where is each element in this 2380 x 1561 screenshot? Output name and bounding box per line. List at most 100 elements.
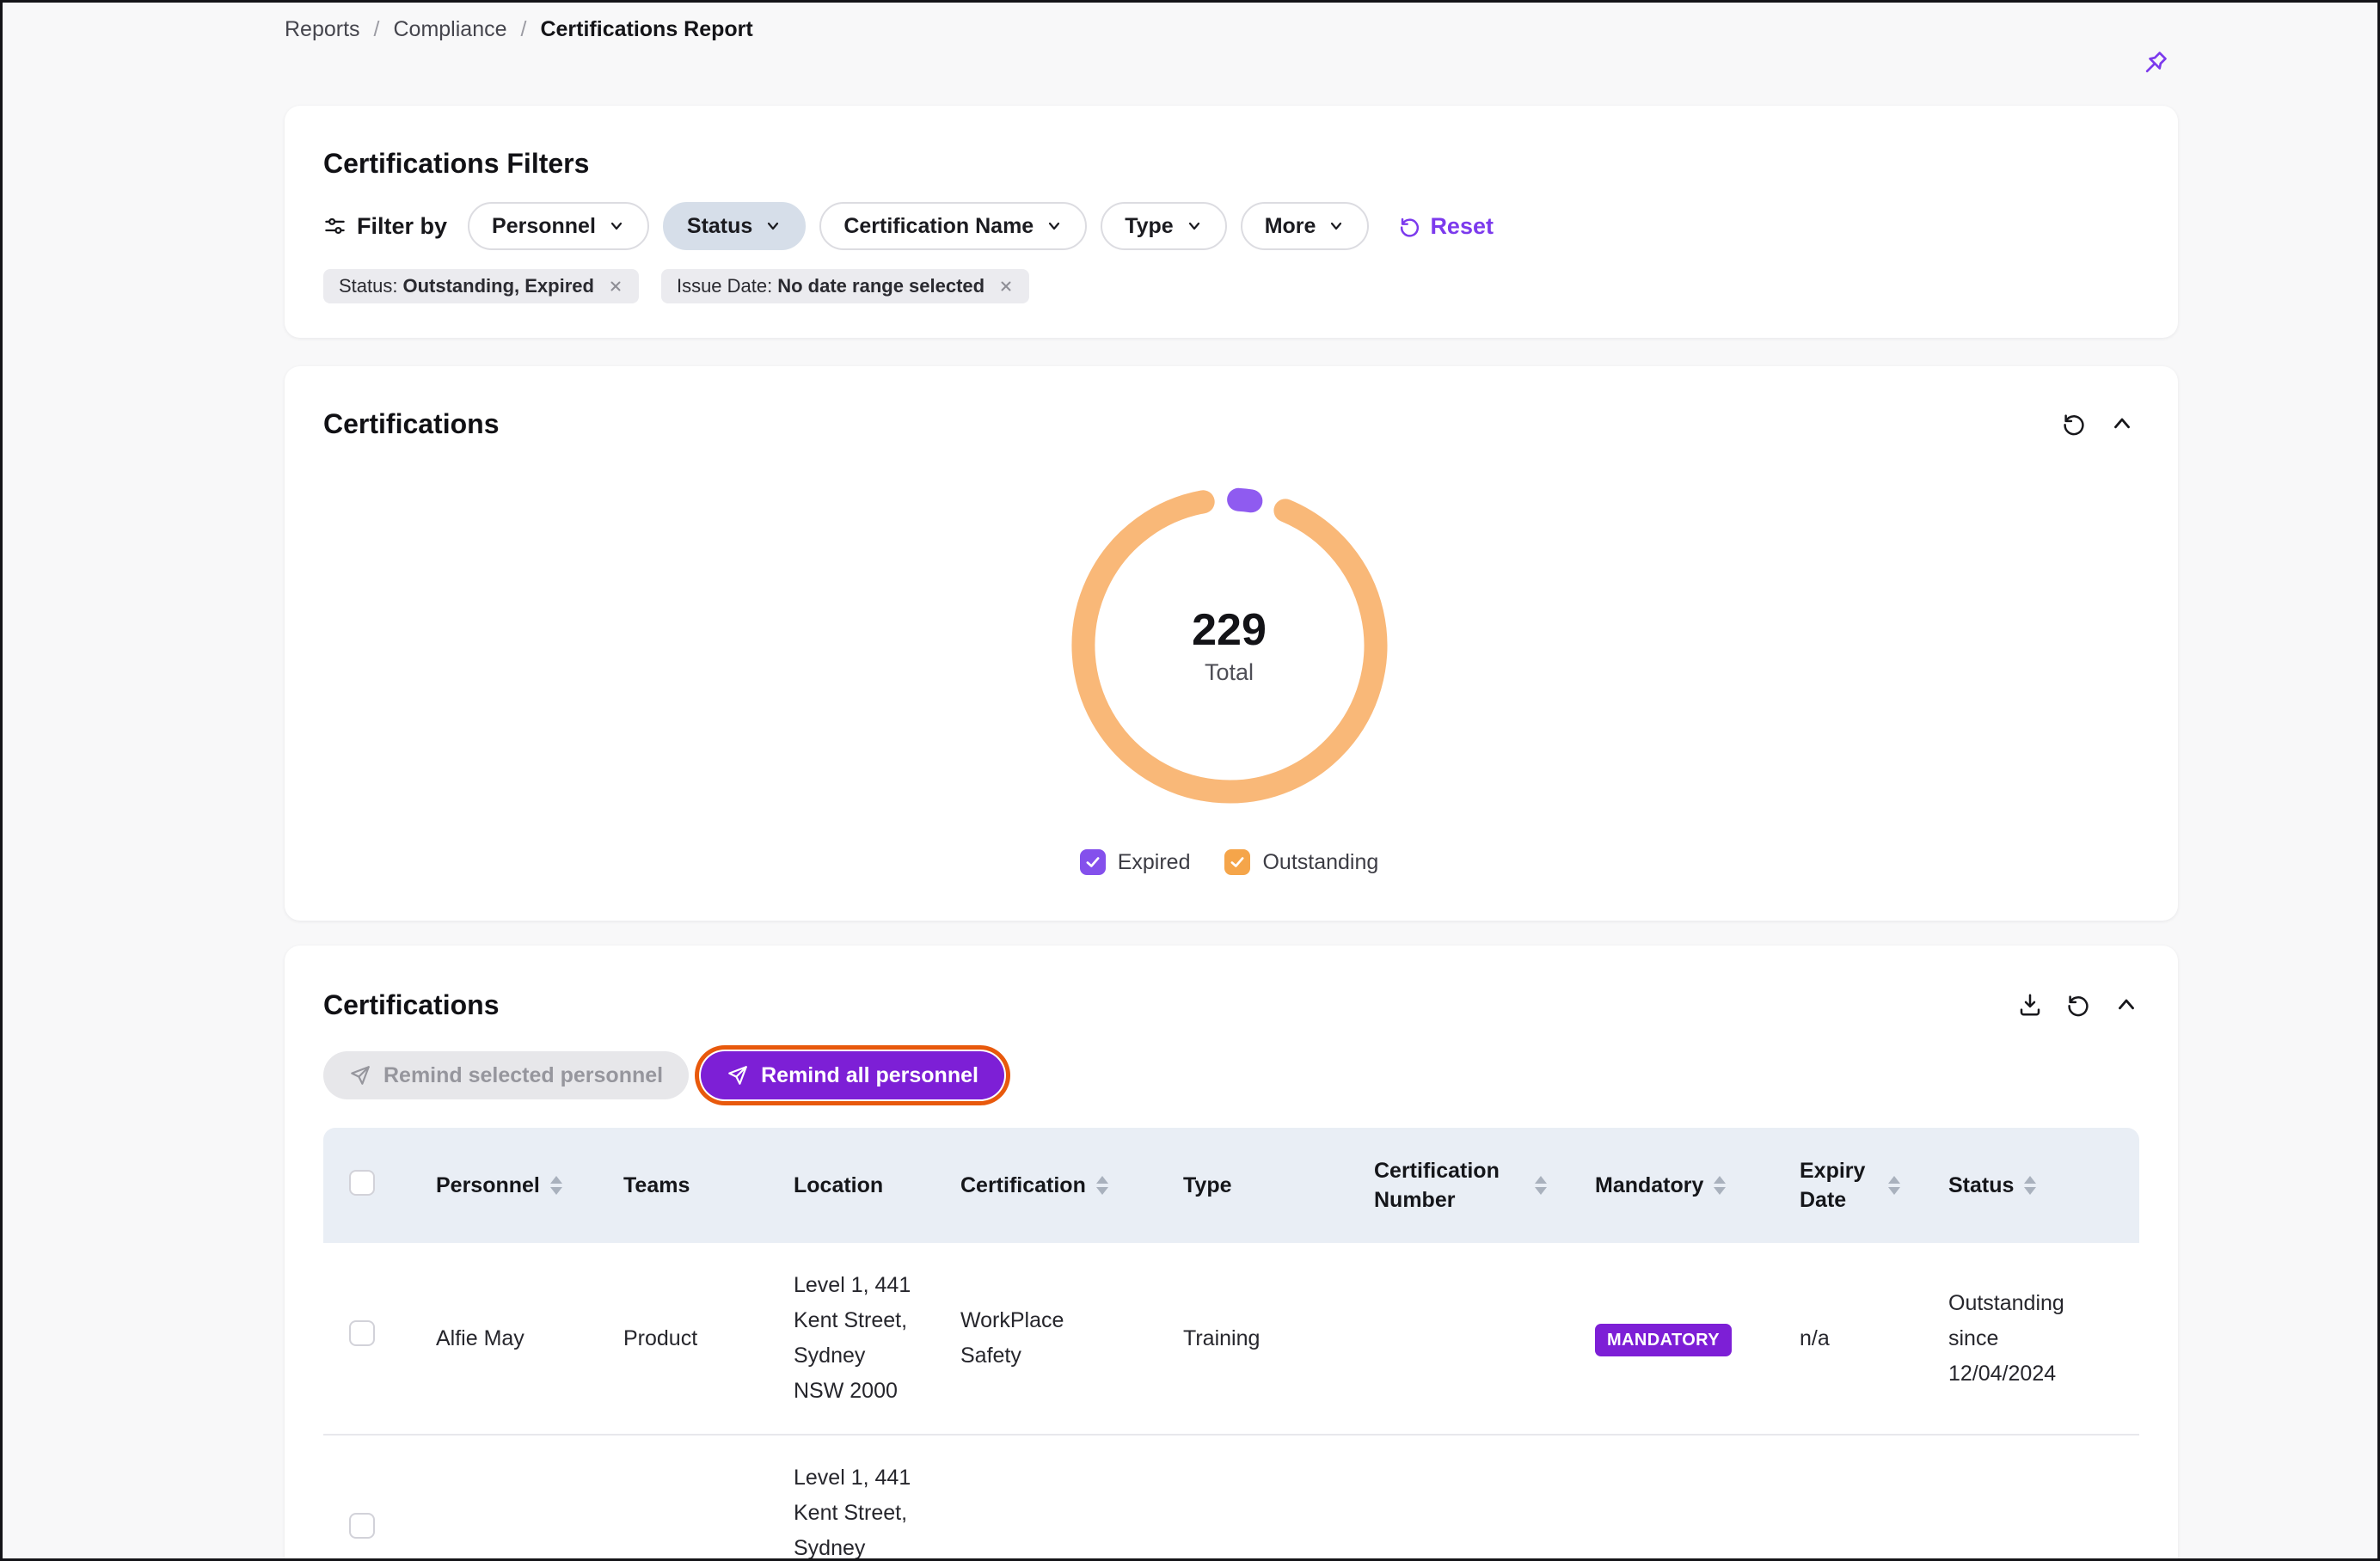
cell-personnel: Alfie May xyxy=(408,1243,596,1435)
filter-by-label: Filter by xyxy=(357,213,447,240)
cell-status: Outstanding since 12/04/2024 xyxy=(1921,1243,2113,1435)
certifications-report-page: Reports / Compliance / Certifications Re… xyxy=(0,0,2380,1561)
button-label: Remind all personnel xyxy=(761,1063,978,1088)
table-row: Level 1, 441 Kent Street, Sydney NSW 200… xyxy=(323,1435,2139,1561)
filter-chip-issue-date: Issue Date: No date range selected xyxy=(661,269,1029,303)
sort-icon xyxy=(1714,1176,1726,1195)
reset-label: Reset xyxy=(1430,213,1494,240)
certifications-table-card: Certifications Remind selected p xyxy=(285,946,2178,1561)
dropdown-label: Type xyxy=(1125,214,1174,239)
cell-status xyxy=(1921,1435,2113,1561)
cell-expiry-date xyxy=(1772,1435,1921,1561)
reset-filters-button[interactable]: Reset xyxy=(1398,213,1494,240)
legend-item-outstanding[interactable]: Outstanding xyxy=(1224,849,1378,875)
column-header-certification-number[interactable]: Certification Number xyxy=(1374,1156,1547,1215)
column-header-type: Type xyxy=(1183,1171,1326,1200)
send-icon xyxy=(727,1064,749,1087)
cell-certification xyxy=(933,1435,1156,1561)
cell-mandatory xyxy=(1567,1435,1772,1561)
chip-value: Outstanding, Expired xyxy=(402,275,593,297)
send-icon xyxy=(349,1064,371,1087)
refresh-icon[interactable] xyxy=(2061,411,2087,437)
remind-selected-personnel-button[interactable]: Remind selected personnel xyxy=(323,1051,689,1099)
collapse-chevron-up-icon[interactable] xyxy=(2113,992,2139,1018)
cell-clipped xyxy=(2113,1243,2139,1435)
row-checkbox[interactable] xyxy=(349,1513,375,1539)
check-icon xyxy=(1084,854,1101,871)
chip-prefix: Status: xyxy=(339,275,397,297)
legend-label: Expired xyxy=(1118,850,1191,875)
table-card-title: Certifications xyxy=(323,989,499,1021)
select-all-checkbox[interactable] xyxy=(349,1170,375,1196)
chip-close-icon[interactable] xyxy=(608,279,623,294)
cell-certification-number xyxy=(1346,1243,1567,1435)
column-header-teams: Teams xyxy=(623,1171,745,1200)
chevron-down-icon xyxy=(1328,217,1345,235)
filters-title: Certifications Filters xyxy=(323,147,2139,180)
collapse-chevron-up-icon[interactable] xyxy=(2109,411,2135,437)
filters-card: Certifications Filters Filter by Personn… xyxy=(285,106,2178,338)
column-header-expiry-date[interactable]: Expiry Date xyxy=(1800,1156,1900,1215)
breadcrumb-current-page: Certifications Report xyxy=(540,17,752,42)
column-header-location: Location xyxy=(794,1171,912,1200)
cell-certification-number xyxy=(1346,1435,1567,1561)
legend-item-expired[interactable]: Expired xyxy=(1080,849,1191,875)
column-label: Certification xyxy=(960,1171,1086,1200)
filter-row: Filter by Personnel Status Certification… xyxy=(323,202,2139,250)
expired-checkbox[interactable] xyxy=(1080,849,1106,875)
chart-legend: Expired Outstanding xyxy=(323,849,2135,875)
chart-card-title: Certifications xyxy=(323,407,499,440)
chevron-down-icon xyxy=(1046,217,1063,235)
column-header-mandatory[interactable]: Mandatory xyxy=(1595,1171,1751,1200)
sort-icon xyxy=(2024,1176,2036,1195)
filter-dropdown-more[interactable]: More xyxy=(1241,202,1370,250)
pin-icon[interactable] xyxy=(2135,46,2173,83)
certifications-table: Personnel Teams Location Certification xyxy=(323,1128,2139,1561)
column-label: Status xyxy=(1948,1171,2014,1200)
filter-chip-status: Status: Outstanding, Expired xyxy=(323,269,639,303)
table-header-row: Personnel Teams Location Certification xyxy=(323,1128,2139,1243)
donut-total-value: 229 xyxy=(1192,606,1267,654)
remind-all-personnel-button[interactable]: Remind all personnel xyxy=(701,1051,1004,1099)
dropdown-label: Certification Name xyxy=(843,214,1034,239)
outstanding-checkbox[interactable] xyxy=(1224,849,1250,875)
table-row: Alfie May Product Level 1, 441 Kent Stre… xyxy=(323,1243,2139,1435)
chip-close-icon[interactable] xyxy=(998,279,1014,294)
column-header-personnel[interactable]: Personnel xyxy=(436,1171,575,1200)
cell-certification: WorkPlace Safety xyxy=(933,1243,1156,1435)
filter-dropdown-personnel[interactable]: Personnel xyxy=(468,202,649,250)
dropdown-label: More xyxy=(1265,214,1316,239)
column-label: Expiry Date xyxy=(1800,1156,1878,1215)
cell-personnel xyxy=(408,1435,596,1561)
download-icon[interactable] xyxy=(2017,992,2043,1018)
filter-dropdown-certification-name[interactable]: Certification Name xyxy=(819,202,1087,250)
filter-dropdown-status[interactable]: Status xyxy=(663,202,806,250)
chevron-down-icon xyxy=(764,217,782,235)
column-label: Type xyxy=(1183,1171,1232,1200)
sort-icon xyxy=(1888,1176,1900,1195)
active-filter-chips: Status: Outstanding, Expired Issue Date:… xyxy=(323,269,2139,303)
refresh-icon[interactable] xyxy=(2065,992,2091,1018)
column-header-certification[interactable]: Certification xyxy=(960,1171,1135,1200)
breadcrumb-reports[interactable]: Reports xyxy=(285,17,360,42)
column-label: Personnel xyxy=(436,1171,540,1200)
row-checkbox[interactable] xyxy=(349,1320,375,1346)
breadcrumb-compliance[interactable]: Compliance xyxy=(394,17,507,42)
sort-icon xyxy=(550,1176,562,1195)
column-header-clipped xyxy=(2113,1128,2139,1243)
filter-dropdown-type[interactable]: Type xyxy=(1101,202,1227,250)
sort-icon xyxy=(1535,1176,1547,1195)
certifications-donut-chart: 229 Total xyxy=(1060,476,1399,815)
button-label: Remind selected personnel xyxy=(383,1063,663,1088)
column-label: Teams xyxy=(623,1171,690,1200)
check-icon xyxy=(1229,854,1246,871)
reset-icon xyxy=(1398,215,1421,238)
filter-by-label-group: Filter by xyxy=(323,213,447,240)
dropdown-label: Status xyxy=(687,214,752,239)
column-header-status[interactable]: Status xyxy=(1948,1171,2092,1200)
table-actions: Remind selected personnel Remind all per… xyxy=(323,1051,2139,1099)
column-label: Location xyxy=(794,1171,883,1200)
donut-center: 229 Total xyxy=(1060,476,1399,815)
dropdown-label: Personnel xyxy=(492,214,596,239)
chevron-down-icon xyxy=(608,217,625,235)
